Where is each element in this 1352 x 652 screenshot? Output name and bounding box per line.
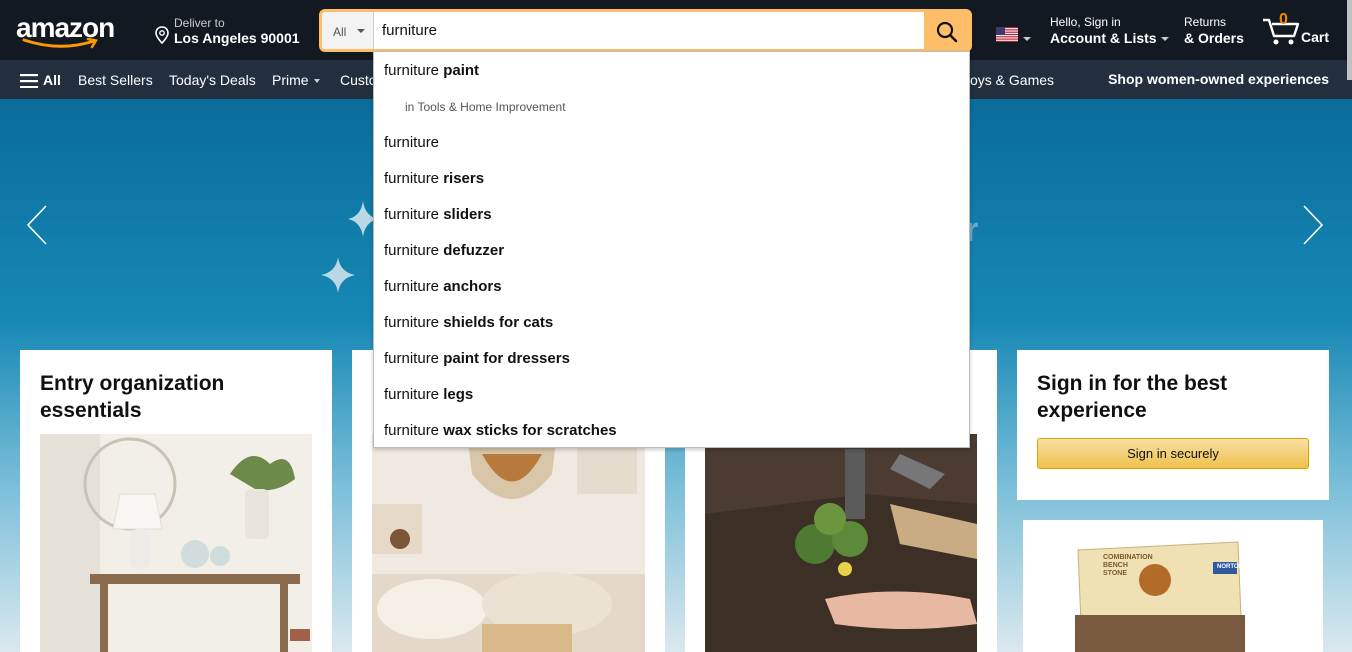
amazon-logo[interactable]: amazon	[16, 12, 118, 50]
suggestion-completion: paint	[439, 62, 480, 79]
cart-button[interactable]: 0 Cart	[1262, 11, 1334, 48]
deliver-location: Los Angeles 90001	[174, 30, 300, 46]
department-in-label: in	[405, 100, 415, 114]
suggestion-item[interactable]: furniture wax sticks for scratches	[384, 422, 617, 439]
chevron-down-icon	[1160, 37, 1169, 42]
search-bar: All	[319, 9, 972, 52]
search-category-label: All	[333, 25, 347, 39]
hamburger-icon	[20, 74, 38, 88]
suggestion-item[interactable]: furniture legs	[384, 386, 473, 403]
search-category-dropdown[interactable]: All	[322, 12, 374, 49]
account-greeting: Hello, Sign in	[1050, 15, 1121, 29]
suggestion-prefix: furniture	[384, 278, 440, 295]
smile-arrow-icon	[22, 38, 99, 49]
account-lists[interactable]: Hello, Sign in Account & Lists	[1050, 15, 1169, 46]
suggestion-item[interactable]: furniture sliders	[384, 206, 492, 223]
nav-promo-link[interactable]: Shop women-owned experiences	[1108, 71, 1329, 87]
suggestion-completion: legs	[439, 386, 474, 403]
department-name: Tools & Home Improvement	[417, 100, 566, 114]
language-caret-icon[interactable]	[1023, 37, 1031, 41]
returns-orders[interactable]: Returns & Orders	[1184, 15, 1244, 46]
search-icon	[936, 21, 958, 43]
suggestion-item[interactable]: furniture paint	[384, 62, 479, 79]
nav-toys-games[interactable]: oys & Games	[970, 72, 1054, 88]
suggestion-item[interactable]: furniture paint for dressers	[384, 350, 570, 367]
search-suggestions-dropdown: furniture paint in Tools & Home Improvem…	[373, 51, 970, 448]
chevron-down-icon	[313, 79, 320, 84]
all-menu-button[interactable]: All	[20, 72, 61, 88]
suggestion-item[interactable]: furniture shields for cats	[384, 314, 553, 331]
suggestion-department[interactable]: in Tools & Home Improvement	[405, 100, 566, 114]
returns-label: Returns	[1184, 15, 1227, 29]
suggestion-prefix: furniture	[384, 242, 440, 259]
suggestion-completion: anchors	[439, 278, 502, 295]
suggestion-completion: paint for dressers	[439, 350, 570, 367]
suggestion-completion: risers	[439, 170, 485, 187]
chevron-down-icon	[357, 29, 365, 33]
suggestion-item[interactable]: furniture risers	[384, 170, 484, 187]
suggestion-prefix: furniture	[384, 386, 440, 403]
suggestion-item[interactable]: furniture anchors	[384, 278, 502, 295]
us-flag-icon[interactable]	[996, 27, 1018, 42]
orders-label: & Orders	[1184, 30, 1244, 46]
account-label: Account & Lists	[1050, 30, 1169, 46]
nav-prime-label: Prime	[272, 72, 309, 88]
cart-count: 0	[1279, 11, 1288, 28]
suggestion-prefix: furniture	[384, 170, 440, 187]
suggestion-prefix: furniture	[384, 206, 440, 223]
location-pin-icon	[155, 26, 169, 44]
all-label: All	[43, 72, 61, 88]
suggestion-prefix: furniture	[384, 350, 440, 367]
nav-customer-service[interactable]: Custo	[340, 72, 377, 88]
search-input[interactable]	[378, 12, 928, 49]
suggestion-completion: sliders	[439, 206, 492, 223]
search-button[interactable]	[924, 12, 969, 49]
nav-prime[interactable]: Prime	[272, 72, 320, 88]
suggestion-prefix: furniture	[384, 62, 440, 79]
suggestion-item[interactable]: furniture	[384, 134, 439, 151]
nav-best-sellers[interactable]: Best Sellers	[78, 72, 153, 88]
suggestion-prefix: furniture	[384, 134, 440, 151]
deliver-label: Deliver to	[174, 16, 225, 30]
account-lists-label: Account & Lists	[1050, 30, 1157, 46]
suggestion-prefix: furniture	[384, 314, 440, 331]
nav-todays-deals[interactable]: Today's Deals	[169, 72, 256, 88]
suggestion-completion: defuzzer	[439, 242, 505, 259]
suggestion-item[interactable]: furniture defuzzer	[384, 242, 504, 259]
suggestion-completion: shields for cats	[439, 314, 554, 331]
deliver-to[interactable]: Deliver to Los Angeles 90001	[154, 14, 304, 48]
page-scrollbar[interactable]	[1347, 0, 1352, 80]
suggestion-completion: wax sticks for scratches	[439, 422, 617, 439]
cart-label: Cart	[1301, 29, 1330, 45]
suggestion-prefix: furniture	[384, 422, 440, 439]
